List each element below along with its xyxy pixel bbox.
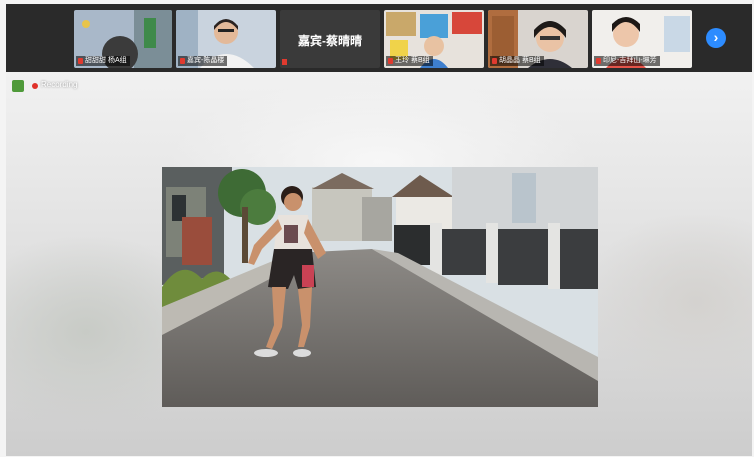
meeting-window: 甜甜甜 杨A组 嘉宾-陈晶楼 嘉宾-蔡晴晴 王玲 蔡B组 胡晶晶 蔡B组 印尼-… [6,4,752,456]
main-video [162,167,598,407]
participant-tile-2[interactable]: 嘉宾-陈晶楼 [176,10,276,68]
participant-tile-6[interactable]: 印尼-吉拜山-琳芳 [592,10,692,68]
participant-tile-5[interactable]: 胡晶晶 蔡B组 [488,10,588,68]
participant-tile-3[interactable]: 嘉宾-蔡晴晴 [280,10,380,68]
participant-tile-4[interactable]: 王玲 蔡B组 [384,10,484,68]
participant-name-1: 甜甜甜 杨A组 [76,56,130,66]
participant-name-2: 嘉宾-陈晶楼 [178,56,228,66]
participant-name-6: 印尼-吉拜山-琳芳 [594,56,660,66]
recording-dot-icon [32,83,38,89]
participant-name-3: 嘉宾-蔡晴晴 [298,34,362,48]
participant-strip: 甜甜甜 杨A组 嘉宾-陈晶楼 嘉宾-蔡晴晴 王玲 蔡B组 胡晶晶 蔡B组 印尼-… [6,4,752,72]
participant-name-4: 王玲 蔡B组 [386,56,433,66]
main-video-scene [162,167,598,407]
participant-name-5: 胡晶晶 蔡B组 [490,56,544,66]
participant-tile-1[interactable]: 甜甜甜 杨A组 [74,10,172,68]
mic-muted-icon [282,59,287,65]
shield-icon[interactable] [12,80,24,92]
recording-label: Recording [41,80,78,89]
next-page-button[interactable]: › [706,28,726,48]
